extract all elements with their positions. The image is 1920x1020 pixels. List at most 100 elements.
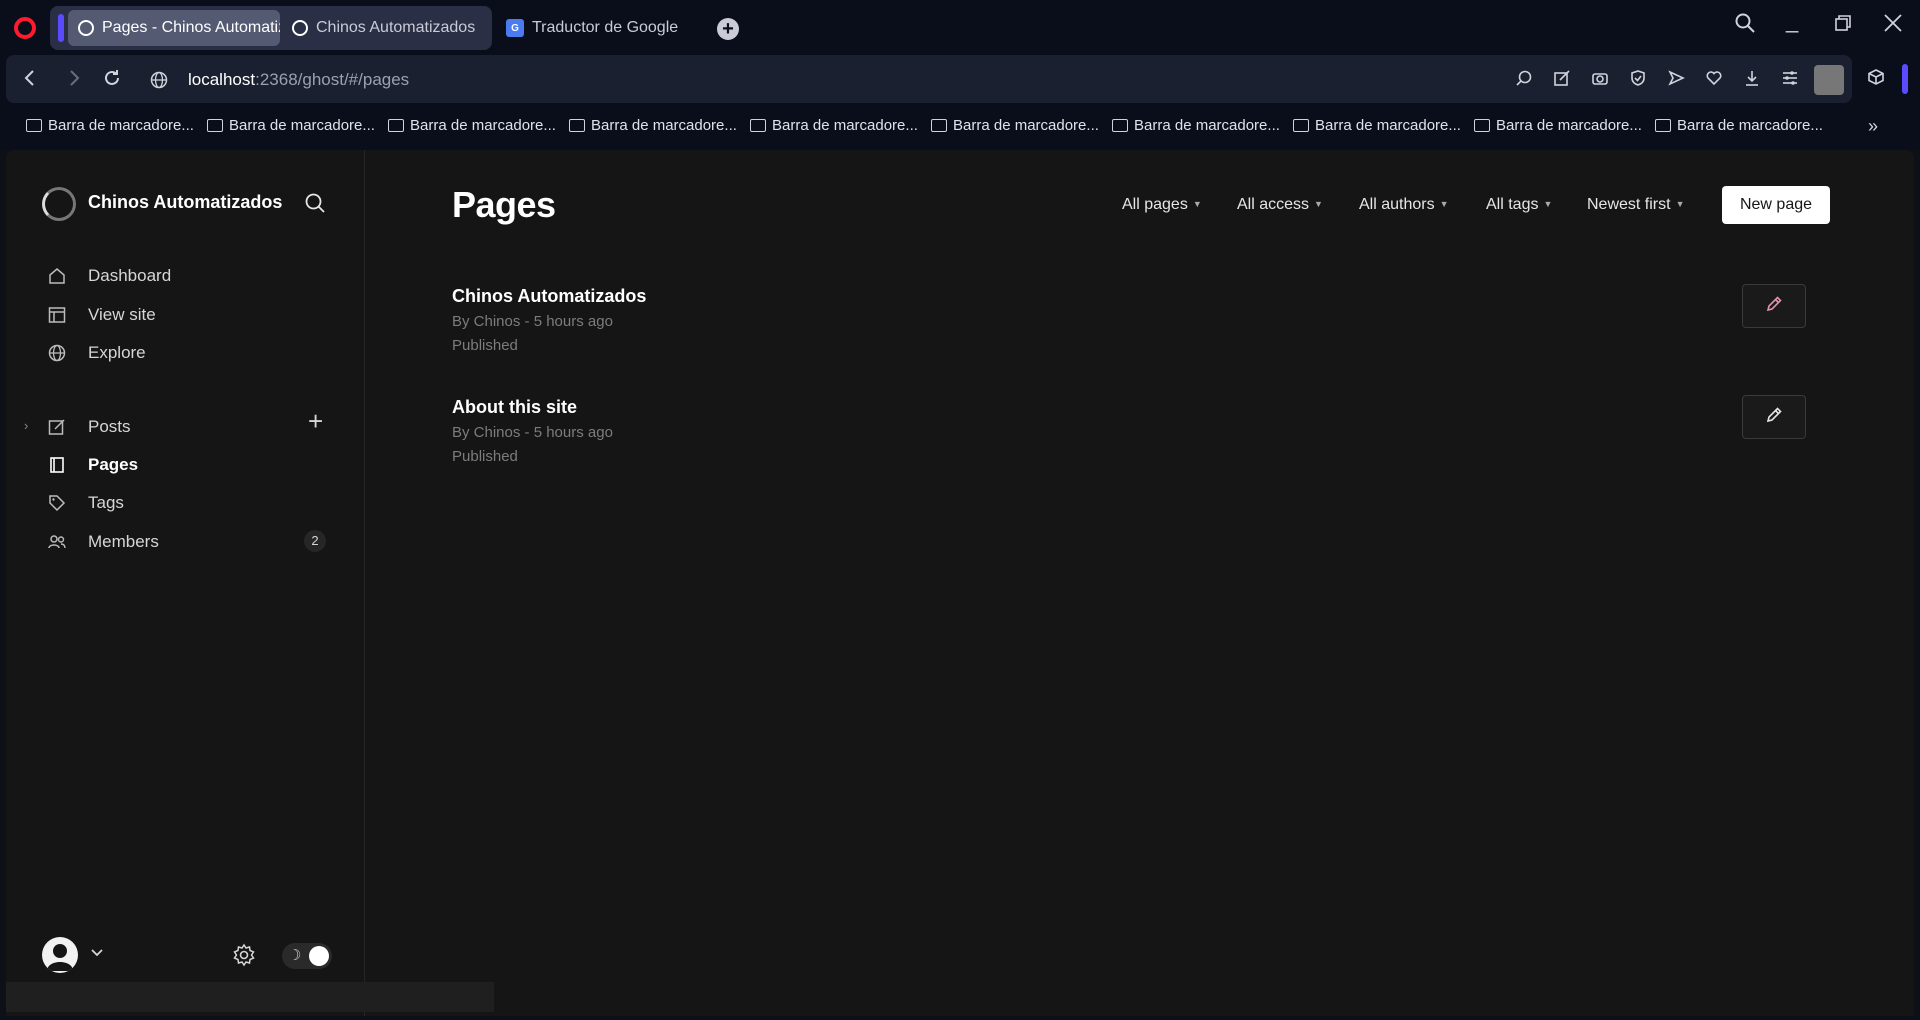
reload-button[interactable] <box>102 67 122 95</box>
sidebar-item-explore[interactable]: Explore <box>46 342 146 364</box>
folder-icon <box>1655 119 1671 132</box>
page-item-status: Published <box>452 337 518 354</box>
bookmark-folder[interactable]: Barra de marcadore... <box>931 117 1099 134</box>
download-icon[interactable] <box>1742 69 1762 89</box>
filter-tags-dropdown[interactable]: All tags ▼ <box>1486 196 1552 214</box>
new-tab-button[interactable]: + <box>717 18 739 40</box>
bookmark-label: Barra de marcadore... <box>1315 117 1461 134</box>
sidebar-item-members[interactable]: Members <box>46 531 159 553</box>
user-avatar[interactable] <box>42 937 78 973</box>
page-item-title[interactable]: About this site <box>452 397 577 418</box>
sidebar-item-dashboard[interactable]: Dashboard <box>46 265 171 287</box>
filter-authors-dropdown[interactable]: All authors ▼ <box>1359 196 1449 214</box>
filter-label: All tags <box>1486 196 1539 213</box>
close-window-button[interactable] <box>1884 12 1902 38</box>
camera-icon[interactable] <box>1590 69 1610 89</box>
bookmark-label: Barra de marcadore... <box>1134 117 1280 134</box>
tab-group: Pages - Chinos Automatiz Chinos Automati… <box>50 6 492 50</box>
page-item-title[interactable]: Chinos Automatizados <box>452 286 646 307</box>
user-menu-chevron-down-icon[interactable] <box>90 945 104 961</box>
bookmarks-bar: Barra de marcadore... Barra de marcadore… <box>0 106 1920 150</box>
sidebar-item-view-site[interactable]: View site <box>46 304 156 326</box>
easy-files-icon[interactable] <box>1552 69 1572 89</box>
bookmark-folder[interactable]: Barra de marcadore... <box>388 117 556 134</box>
settings-gear-icon[interactable] <box>232 943 256 967</box>
filter-access-dropdown[interactable]: All access ▼ <box>1237 196 1323 214</box>
ghost-admin: Chinos Automatizados Dashboard View site… <box>6 150 1914 1016</box>
tab-group-accent <box>58 14 64 42</box>
more-bookmarks-chevron-icon[interactable]: » <box>1868 116 1878 137</box>
extensions-cube-icon[interactable] <box>1866 68 1886 88</box>
folder-icon <box>569 119 585 132</box>
bookmark-label: Barra de marcadore... <box>410 117 556 134</box>
sidebar-item-label: Posts <box>88 417 131 436</box>
sidebar-item-label: Explore <box>88 343 146 362</box>
bookmark-label: Barra de marcadore... <box>953 117 1099 134</box>
site-name[interactable]: Chinos Automatizados <box>88 192 282 213</box>
sidebar-item-pages[interactable]: Pages <box>46 454 138 476</box>
edit-page-button[interactable] <box>1742 284 1806 328</box>
tab-pages[interactable]: Pages - Chinos Automatiz <box>68 10 280 46</box>
new-page-button[interactable]: New page <box>1722 186 1830 224</box>
sidebar-item-label: View site <box>88 305 156 324</box>
sidebar-item-posts[interactable]: Posts <box>46 416 131 438</box>
tab-translate[interactable]: G Traductor de Google <box>506 10 678 46</box>
site-logo-icon <box>42 187 76 221</box>
bookmark-folder[interactable]: Barra de marcadore... <box>1474 117 1642 134</box>
bookmark-folder[interactable]: Barra de marcadore... <box>750 117 918 134</box>
sidebar-item-tags[interactable]: Tags <box>46 492 124 514</box>
bookmark-folder[interactable]: Barra de marcadore... <box>207 117 375 134</box>
restore-button[interactable] <box>1834 12 1852 38</box>
site-info-globe-icon[interactable] <box>150 69 168 95</box>
google-translate-favicon-icon: G <box>506 19 524 37</box>
list-item[interactable]: About this site By Chinos - 5 hours ago … <box>452 395 1842 493</box>
tab-label: Chinos Automatizados <box>316 19 476 36</box>
bookmark-label: Barra de marcadore... <box>48 117 194 134</box>
url-field[interactable]: localhost:2368/ghost/#/pages <box>188 70 409 90</box>
sidebar-item-label: Dashboard <box>88 266 172 285</box>
zoom-icon[interactable] <box>1514 69 1534 89</box>
profile-avatar[interactable] <box>1814 65 1844 95</box>
sidebar-item-label: Tags <box>88 493 124 512</box>
home-icon <box>46 265 68 287</box>
dark-mode-toggle[interactable]: ☽ <box>282 943 332 969</box>
bookmark-label: Barra de marcadore... <box>591 117 737 134</box>
sort-order-dropdown[interactable]: Newest first ▼ <box>1587 196 1685 214</box>
search-tabs-icon[interactable] <box>1734 12 1756 40</box>
tag-icon <box>46 492 68 514</box>
heart-icon[interactable] <box>1704 69 1724 89</box>
easy-setup-icon[interactable] <box>1780 69 1800 89</box>
tab-label: Traductor de Google <box>532 19 679 36</box>
moon-icon: ☽ <box>288 947 302 964</box>
minimize-button[interactable]: _ <box>1786 8 1798 34</box>
opera-logo-icon[interactable] <box>14 17 36 39</box>
back-button[interactable] <box>20 67 40 95</box>
list-item[interactable]: Chinos Automatizados By Chinos - 5 hours… <box>452 284 1842 382</box>
bookmark-folder[interactable]: Barra de marcadore... <box>569 117 737 134</box>
pencil-icon <box>1765 295 1783 318</box>
address-bar-row: localhost:2368/ghost/#/pages <box>0 54 1920 106</box>
search-icon[interactable] <box>304 192 326 214</box>
shield-icon[interactable] <box>1628 69 1648 89</box>
page-item-status: Published <box>452 448 518 465</box>
bookmark-folder[interactable]: Barra de marcadore... <box>26 117 194 134</box>
forward-button[interactable] <box>64 67 84 95</box>
folder-icon <box>1474 119 1490 132</box>
tab-site[interactable]: Chinos Automatizados <box>282 10 487 46</box>
bookmark-folder[interactable]: Barra de marcadore... <box>1112 117 1280 134</box>
folder-icon <box>26 119 42 132</box>
bookmark-folder[interactable]: Barra de marcadore... <box>1293 117 1461 134</box>
chevron-down-icon: ▼ <box>1192 199 1202 209</box>
tab-label: Pages - Chinos Automatiz <box>102 19 280 36</box>
bookmark-folder[interactable]: Barra de marcadore... <box>1655 117 1823 134</box>
filter-label: All authors <box>1359 196 1435 213</box>
sidebar-item-label: Members <box>88 532 159 551</box>
edit-page-button[interactable] <box>1742 395 1806 439</box>
new-post-plus-icon[interactable]: + <box>308 408 323 434</box>
ghost-favicon-icon <box>292 20 308 36</box>
folder-icon <box>1112 119 1128 132</box>
filter-type-dropdown[interactable]: All pages ▼ <box>1122 196 1202 214</box>
send-icon[interactable] <box>1666 69 1686 89</box>
url-host: localhost <box>188 70 256 89</box>
posts-expand-chevron-icon[interactable]: › <box>24 418 28 433</box>
